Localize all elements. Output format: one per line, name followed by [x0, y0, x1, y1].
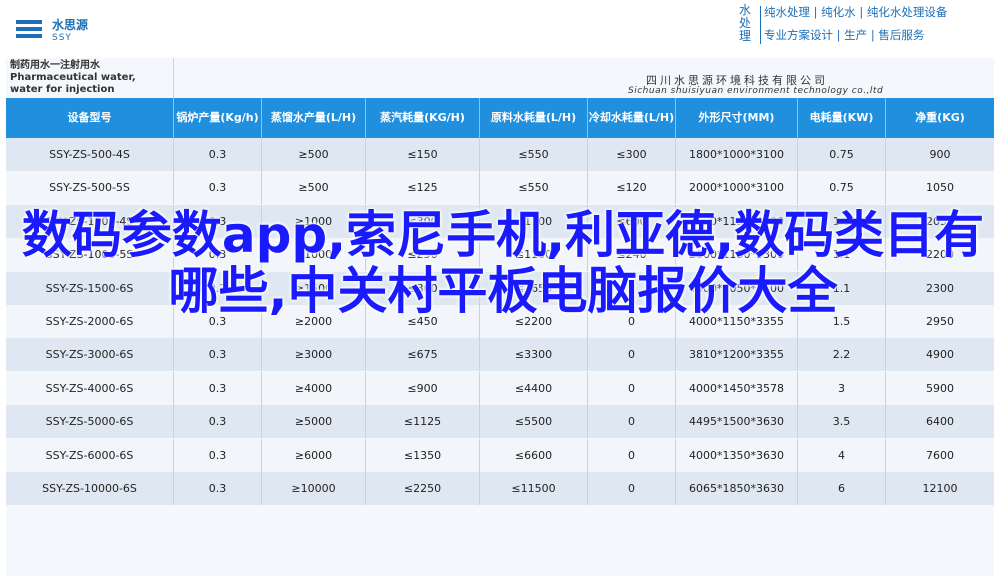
- column-header: 蒸汽耗量(KG/H): [366, 98, 480, 138]
- vertical-label: 水处理: [738, 3, 751, 43]
- table-cell: 4000*1450*3578: [676, 371, 798, 405]
- table-title: 制药用水一注射用水 Pharmaceutical water, water fo…: [6, 58, 174, 98]
- table-cell: 1050: [926, 181, 954, 195]
- table-cell: ≥6000: [262, 438, 366, 472]
- table-cell: SSY-ZS-6000-6S: [6, 438, 174, 472]
- table-cell: ≥500: [262, 171, 366, 205]
- table-cell: ≤2250: [366, 472, 480, 505]
- column-header: 原料水耗量(L/H): [480, 98, 588, 138]
- column-header: 蒸馏水产量(L/H): [262, 98, 366, 138]
- table-cell: SSY-ZS-3000-6S: [6, 338, 174, 372]
- water-drop-icon: [16, 20, 42, 38]
- table-cell: 4000*1350*3630: [676, 438, 798, 472]
- table-cell: SSY-ZS-500-5S: [6, 171, 174, 205]
- table-cell: 0.3: [174, 405, 262, 439]
- table-cell: ≤150: [366, 138, 480, 171]
- table-cell: ≤675: [366, 338, 480, 372]
- table-cell: ≤1125: [366, 405, 480, 439]
- table-cell: 1800*1000*3100: [676, 138, 798, 171]
- table-cell: 3810*1200*3355: [676, 338, 798, 372]
- table-cell: ≥5000: [262, 405, 366, 439]
- table-cell: 0: [588, 472, 676, 505]
- table-row: SSY-ZS-4000-6S 0.3 ≥4000 ≤900 ≤4400 0 4000*145…: [6, 371, 994, 405]
- table-cell: 3: [798, 371, 886, 405]
- table-cell: 12100: [922, 482, 958, 495]
- table-cell: ≥3000: [262, 338, 366, 372]
- table-cell: ≤300: [588, 138, 676, 171]
- table-cell: 4495*1500*3630: [676, 405, 798, 439]
- table-row: SSY-ZS-3000-6S 0.3 ≥3000 ≤675 ≤3300 0 3810*120…: [6, 338, 994, 372]
- table-cell: 0.75: [798, 138, 886, 171]
- table-cell: 3.5: [798, 405, 886, 439]
- table-cell: 0.3: [174, 371, 262, 405]
- table-cell: ≥4000: [262, 371, 366, 405]
- logo-text-en: SSY: [52, 33, 72, 43]
- table-cell: 0.3: [174, 171, 262, 205]
- overlay-headline: 数码参数app,索尼手机,利亚德,数码类目有哪些,中关村平板电脑报价大全: [21, 206, 985, 320]
- table-cell: ≤550: [480, 138, 588, 171]
- table-cell: 6: [798, 472, 886, 505]
- services-list: 纯水处理 | 纯化水 | 纯化水处理设备 专业方案设计 | 生产 | 售后服务: [764, 4, 947, 50]
- column-header: 净重(KG): [915, 111, 965, 124]
- table-cell: 0.3: [174, 138, 262, 171]
- table-cell: ≤5500: [480, 405, 588, 439]
- table-cell: ≤900: [366, 371, 480, 405]
- services-line: 纯水处理 | 纯化水 | 纯化水处理设备: [764, 5, 948, 19]
- table-cell: SSY-ZS-10000-6S: [6, 472, 174, 505]
- table-cell: 0.75: [798, 171, 886, 205]
- table-cell: 0: [588, 338, 676, 372]
- column-header: 锅炉产量(Kg/h): [174, 98, 262, 138]
- table-cell: 0: [588, 405, 676, 439]
- table-row: SSY-ZS-10000-6S 0.3 ≥10000 ≤2250 ≤11500 0 6065…: [6, 472, 994, 505]
- table-row: SSY-ZS-500-4S 0.3 ≥500 ≤150 ≤550 ≤300 1800*100…: [6, 138, 994, 171]
- table-cell: 0: [588, 371, 676, 405]
- table-row: SSY-ZS-500-5S 0.3 ≥500 ≤125 ≤550 ≤120 2000*100…: [6, 171, 994, 205]
- page-header: 水思源 SSY 水处理 纯水处理 | 纯化水 | 纯化水处理设备 专业方案设计 …: [0, 0, 1000, 58]
- services-line: 专业方案设计 | 生产 | 售后服务: [764, 28, 925, 42]
- table-cell: ≥10000: [262, 472, 366, 505]
- table-cell: ≥500: [262, 138, 366, 171]
- table-cell: 0: [588, 438, 676, 472]
- table-cell: SSY-ZS-500-4S: [6, 138, 174, 171]
- table-cell: 6065*1850*3630: [676, 472, 798, 505]
- table-cell: ≤1350: [366, 438, 480, 472]
- table-cell: ≤6600: [480, 438, 588, 472]
- table-cell: 0.3: [174, 472, 262, 505]
- table-cell: SSY-ZS-4000-6S: [6, 371, 174, 405]
- table-cell: SSY-ZS-5000-6S: [6, 405, 174, 439]
- table-row: SSY-ZS-5000-6S 0.3 ≥5000 ≤1125 ≤5500 0 4495*15…: [6, 405, 994, 439]
- table-cell: 5900: [926, 381, 954, 395]
- table-cell: 0.3: [174, 438, 262, 472]
- table-cell: ≤3300: [480, 338, 588, 372]
- table-cell: 6400: [926, 415, 954, 429]
- column-header: 电耗量(KW): [798, 98, 886, 138]
- company-name-en: Sichuan shuisiyuan environment technolog…: [628, 86, 884, 96]
- brand-logo: 水思源 SSY: [12, 14, 112, 48]
- table-row: SSY-ZS-6000-6S 0.3 ≥6000 ≤1350 ≤6600 0 4000*13…: [6, 438, 994, 472]
- logo-text-cn: 水思源: [52, 18, 89, 32]
- table-cell: ≤120: [588, 171, 676, 205]
- table-cell: ≤125: [366, 171, 480, 205]
- table-cell: 2.2: [798, 338, 886, 372]
- table-cell: 0.3: [174, 338, 262, 372]
- table-cell: 4900: [926, 348, 954, 362]
- column-header: 设备型号: [6, 98, 174, 138]
- table-cell: ≤550: [480, 171, 588, 205]
- column-header: 冷却水耗量(L/H): [588, 98, 676, 138]
- header-divider: [760, 6, 761, 44]
- table-cell: 2000*1000*3100: [676, 171, 798, 205]
- table-cell: 4: [798, 438, 886, 472]
- table-cell: 900: [929, 148, 951, 161]
- table-cell: 7600: [926, 448, 954, 462]
- table-cell: ≤11500: [480, 472, 588, 505]
- table-cell: ≤4400: [480, 371, 588, 405]
- column-header: 外形尺寸(MM): [676, 98, 798, 138]
- table-header-row: 设备型号 锅炉产量(Kg/h) 蒸馏水产量(L/H) 蒸汽耗量(KG/H) 原料…: [6, 98, 994, 138]
